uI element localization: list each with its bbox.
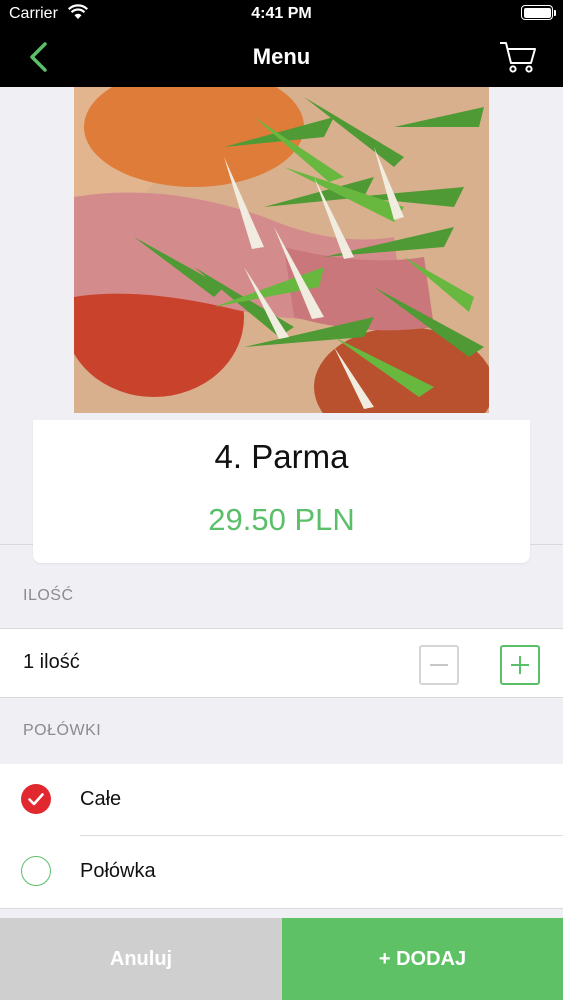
product-image xyxy=(74,87,489,413)
quantity-row: 1 ilość xyxy=(0,628,563,698)
option-whole[interactable]: Całe xyxy=(0,764,563,836)
option-label: Całe xyxy=(80,788,122,810)
halves-section-header: POŁÓWKI xyxy=(0,699,563,763)
add-to-cart-button[interactable]: + DODAJ xyxy=(282,918,563,1000)
minus-icon xyxy=(430,664,448,666)
clock: 4:41 PM xyxy=(251,5,312,22)
product-name: 4. Parma xyxy=(214,438,349,475)
quantity-section-header: ILOŚĆ xyxy=(0,564,563,628)
option-half[interactable]: Połówka xyxy=(0,836,563,909)
option-label: Połówka xyxy=(80,860,156,882)
product-card: 4. Parma 29.50 PLN xyxy=(33,420,530,563)
quantity-value: 1 ilość xyxy=(23,651,80,673)
battery-icon xyxy=(521,5,556,20)
radio-unselected-icon[interactable] xyxy=(21,856,51,886)
cancel-button[interactable]: Anuluj xyxy=(0,918,282,1000)
cart-icon[interactable] xyxy=(499,40,537,74)
page-title: Menu xyxy=(252,44,311,69)
navigation-bar: Carrier 4:41 PM Menu xyxy=(0,0,563,87)
product-price: 29.50 PLN xyxy=(208,502,355,537)
quantity-header-label: ILOŚĆ xyxy=(23,587,74,604)
radio-selected-icon[interactable] xyxy=(21,784,51,814)
decrease-quantity-button[interactable] xyxy=(419,645,459,685)
increase-quantity-button[interactable] xyxy=(500,645,540,685)
status-bar: Carrier 4:41 PM xyxy=(0,0,563,30)
halves-header-label: POŁÓWKI xyxy=(23,722,102,739)
